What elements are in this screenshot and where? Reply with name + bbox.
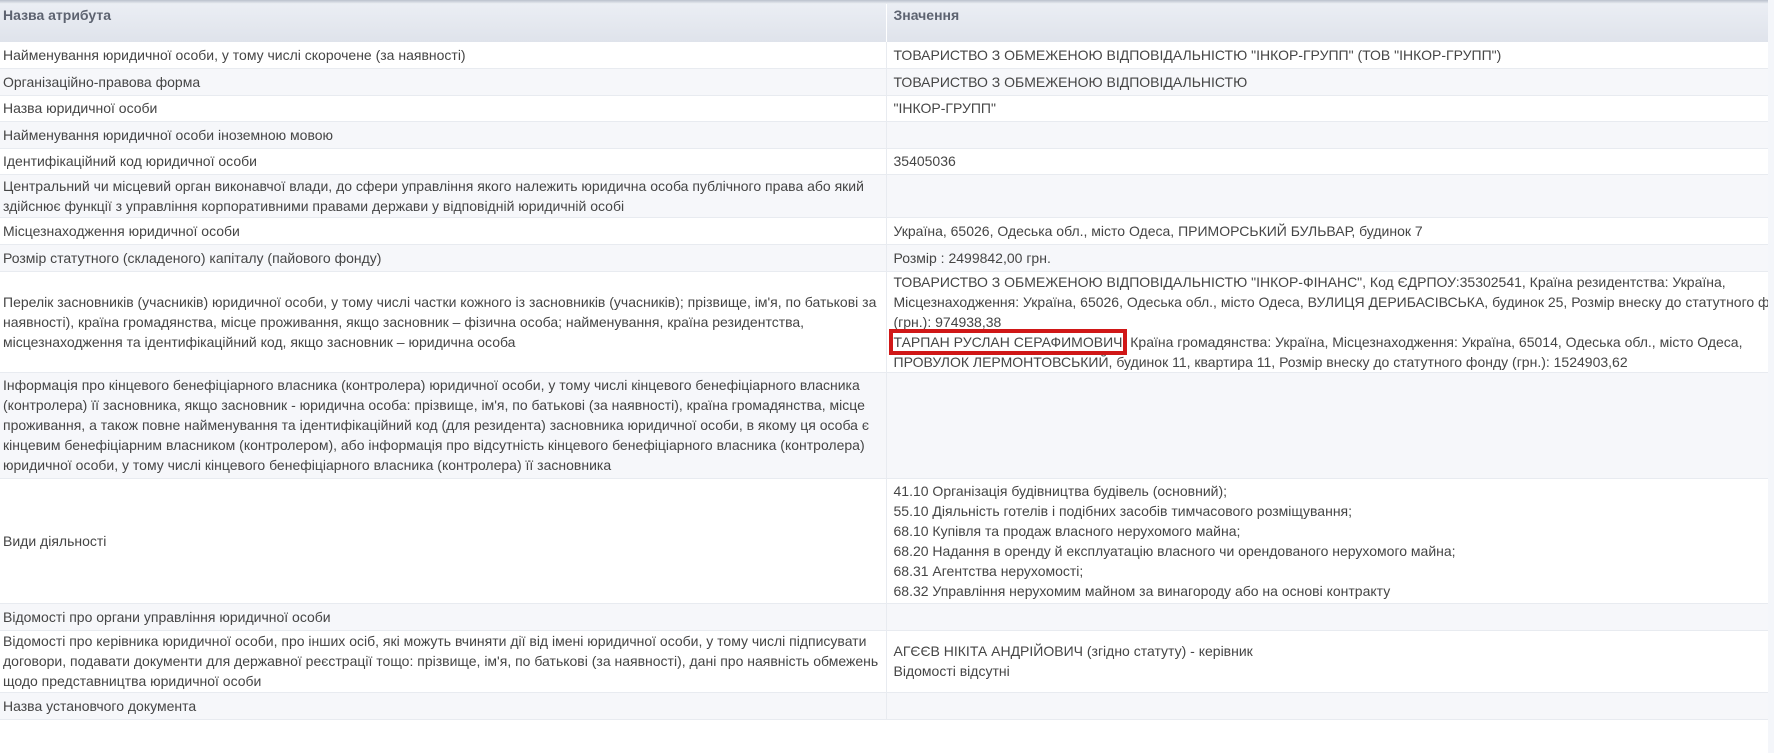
value-cell: АГЄЄВ НІКІТА АНДРІЙОВИЧ (згідно статуту)… [886,630,1769,693]
table-row-founding-document: Назва установчого документа [0,692,1769,720]
activity-item: 68.20 Надання в оренду й експлуатацію вл… [893,542,1456,559]
highlighted-founder-name: ТАРПАН РУСЛАН СЕРАФИМОВИЧ [888,328,1128,355]
activity-item: 55.10 Діяльність готелів і подібних засо… [893,502,1353,519]
table-row-charter-capital: Розмір статутного (складеного) капіталу … [0,244,1769,272]
value-cell [886,692,1769,720]
value-cell [886,603,1769,631]
founder-entry-company: ТОВАРИСТВО З ОБМЕЖЕНОЮ ВІДПОВІДАЛЬНІСТЮ … [893,273,1774,330]
value-cell: Україна, 65026, Одеська обл., місто Одес… [886,217,1769,245]
founder-entry-person: ТАРПАН РУСЛАН СЕРАФИМОВИЧ, Країна громад… [888,328,1743,370]
attribute-cell: Перелік засновників (учасників) юридично… [0,271,887,373]
right-scroll-edge[interactable] [1768,0,1774,753]
value-cell: ТОВАРИСТВО З ОБМЕЖЕНОЮ ВІДПОВІДАЛЬНІСТЮ [886,68,1769,96]
table-row-activities: Види діяльності 41.10 Організація будівн… [0,478,1769,604]
column-header-value[interactable]: Значення [886,0,1769,42]
column-header-attribute[interactable]: Назва атрибута [0,0,887,42]
attribute-cell: Відомості про керівника юридичної особи,… [0,630,887,693]
attribute-cell: Найменування юридичної особи іноземною м… [0,121,887,149]
attribute-cell: Місцезнаходження юридичної особи [0,217,887,245]
attribute-cell: Розмір статутного (складеного) капіталу … [0,244,887,272]
table-row-identification-code: Ідентифікаційний код юридичної особи 354… [0,148,1769,175]
table-row-entity-name: Назва юридичної особи "ІНКОР-ГРУПП" [0,95,1769,122]
attribute-cell: Організаційно-правова форма [0,68,887,96]
registry-attributes-table: Назва атрибута Значення Найменування юри… [0,0,1774,720]
activity-item: 68.32 Управління нерухомим майном за вин… [893,582,1391,599]
attribute-cell: Інформація про кінцевого бенефіціарного … [0,372,887,479]
founders-value-cell: ТОВАРИСТВО З ОБМЕЖЕНОЮ ВІДПОВІДАЛЬНІСТЮ … [886,271,1774,373]
value-cell: ТОВАРИСТВО З ОБМЕЖЕНОЮ ВІДПОВІДАЛЬНІСТЮ … [886,42,1769,69]
activity-item: 68.10 Купівля та продаж власного нерухом… [893,522,1241,539]
table-row-full-name: Найменування юридичної особи, у тому чис… [0,42,1769,69]
table-row-foreign-name: Найменування юридичної особи іноземною м… [0,121,1769,149]
value-cell: "ІНКОР-ГРУПП" [886,95,1769,122]
founder-details: , Країна громадянства: Україна, Місцезна… [1122,333,1743,350]
attribute-cell: Назва установчого документа [0,692,887,720]
value-cell [886,121,1769,149]
attribute-cell: Відомості про органи управління юридично… [0,603,887,631]
table-row-head-of-entity: Відомості про керівника юридичної особи,… [0,630,1769,693]
attribute-cell: Центральний чи місцевий орган виконавчої… [0,174,887,218]
top-shadow [0,0,1774,4]
attribute-cell: Назва юридичної особи [0,95,887,122]
table-row-founders: Перелік засновників (учасників) юридично… [0,271,1774,373]
attribute-cell: Види діяльності [0,478,887,604]
table-header-row: Назва атрибута Значення [0,0,1769,42]
activities-value-cell: 41.10 Організація будівництва будівель (… [886,478,1769,604]
activity-item: 41.10 Організація будівництва будівель (… [893,482,1228,499]
attribute-cell: Ідентифікаційний код юридичної особи [0,148,887,175]
table-row-location: Місцезнаходження юридичної особи Україна… [0,217,1769,245]
table-row-legal-form: Організаційно-правова форма ТОВАРИСТВО З… [0,68,1769,96]
table-row-executive-authority: Центральний чи місцевий орган виконавчої… [0,174,1769,218]
activity-item: 68.31 Агентства нерухомості; [893,562,1084,579]
value-cell [886,372,1769,479]
value-cell [886,174,1769,218]
value-cell: 35405036 [886,148,1769,175]
attribute-cell: Найменування юридичної особи, у тому чис… [0,42,887,69]
table-row-management-bodies: Відомості про органи управління юридично… [0,603,1769,631]
value-cell: Розмір : 2499842,00 грн. [886,244,1769,272]
table-row-beneficial-owner: Інформація про кінцевого бенефіціарного … [0,372,1769,479]
